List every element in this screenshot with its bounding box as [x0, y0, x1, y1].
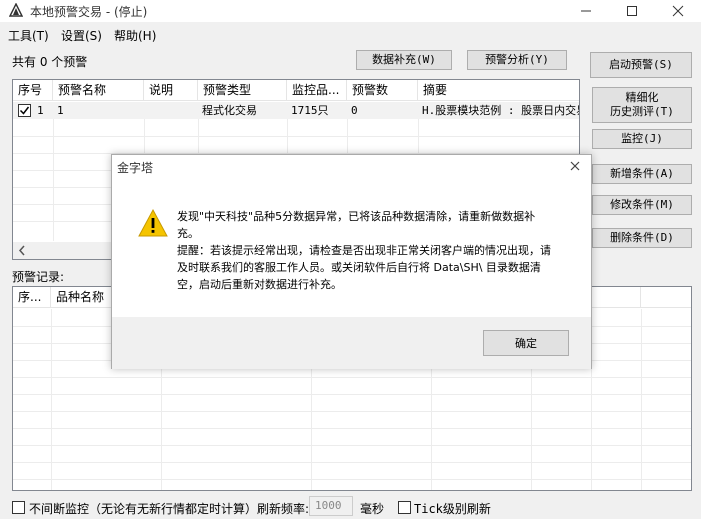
checkmark-icon	[19, 106, 30, 115]
message-line: 及时联系我们的客服工作人员。或关闭软件后自行将 Data\SH\ 目录数据清	[177, 261, 541, 274]
column-header[interactable]: 说明	[144, 80, 198, 101]
column-header[interactable]: 摘要	[418, 80, 579, 101]
add-condition-button[interactable]: 新增条件(A)	[592, 164, 692, 184]
column-header[interactable]: 监控品...	[287, 80, 347, 101]
column-header[interactable]: 序...	[13, 287, 51, 308]
row-desc	[144, 102, 198, 119]
row-alert-count: 0	[351, 104, 358, 117]
title-bar: 本地预警交易 - (停止)	[0, 0, 701, 22]
data-supplement-button[interactable]: 数据补充(W)	[356, 50, 452, 70]
warning-icon	[138, 208, 168, 237]
column-header[interactable]	[641, 287, 691, 308]
message-line: 充。	[177, 227, 199, 240]
column-header[interactable]: 预警数	[347, 80, 418, 101]
refined-backtest-button[interactable]: 精细化 历史测评(T)	[592, 87, 692, 123]
continuous-monitor-checkbox[interactable]	[12, 501, 25, 514]
dialog-title: 金字塔	[117, 161, 154, 175]
menu-settings[interactable]: 设置(S)	[61, 27, 102, 44]
close-button[interactable]	[655, 0, 701, 22]
alert-analysis-button[interactable]: 预警分析(Y)	[467, 50, 567, 70]
menu-bar: 工具(T) 设置(S) 帮助(H)	[0, 22, 701, 46]
app-icon	[9, 3, 23, 17]
column-header[interactable]: 序号	[13, 80, 53, 101]
minimize-button[interactable]	[563, 0, 609, 22]
row-checkbox[interactable]	[18, 104, 31, 117]
refresh-rate-input[interactable]: 1000	[309, 496, 353, 516]
message-line: 发现"中天科技"品种5分数据异常，已将该品种数据清除，请重新做数据补	[177, 210, 536, 223]
message-line: 空，启动后重新对数据进行补充。	[177, 278, 342, 291]
maximize-icon	[627, 6, 637, 16]
column-header[interactable]: 预警名称	[53, 80, 144, 101]
close-icon	[672, 5, 684, 17]
scroll-left-icon[interactable]	[16, 242, 28, 259]
monitor-button[interactable]: 监控(J)	[592, 129, 692, 149]
footer-bar: 不间断监控（无论有无新行情都定时计算）刷新频率: 1000 毫秒 Tick级别刷…	[0, 496, 701, 519]
row-type: 程式化交易	[202, 104, 257, 117]
modify-condition-button[interactable]: 修改条件(M)	[592, 195, 692, 215]
message-dialog: 金字塔 发现"中天科技"品种5分数据异常，已将该品种数据清除，请重新做数据补 充…	[111, 154, 592, 369]
tick-refresh-checkbox[interactable]	[398, 501, 411, 514]
column-header[interactable]	[591, 287, 641, 308]
row-index: 1	[37, 104, 44, 117]
row-summary: H.股票模块范例 : 股票日内交易	[422, 104, 580, 117]
start-alert-button[interactable]: 启动预警(S)	[590, 52, 692, 78]
ok-button[interactable]: 确定	[483, 330, 569, 356]
refine-label-line1: 精细化	[625, 91, 659, 104]
column-header[interactable]: 预警类型	[198, 80, 287, 101]
alert-count-label: 共有 0 个预警	[12, 55, 88, 69]
dialog-close-icon[interactable]	[567, 158, 583, 174]
alert-records-label: 预警记录:	[12, 270, 65, 284]
window-title: 本地预警交易 - (停止)	[30, 5, 148, 19]
continuous-monitor-label: 不间断监控（无论有无新行情都定时计算）刷新频率:	[29, 502, 310, 516]
row-monitored: 1715只	[291, 104, 329, 117]
menu-tools[interactable]: 工具(T)	[8, 27, 49, 44]
tick-refresh-label: Tick级别刷新	[414, 502, 491, 516]
refresh-unit-label: 毫秒	[360, 502, 385, 516]
delete-condition-button[interactable]: 删除条件(D)	[592, 228, 692, 248]
dialog-message: 发现"中天科技"品种5分数据异常，已将该品种数据清除，请重新做数据补 充。 提醒…	[177, 208, 557, 293]
row-name: 1	[57, 104, 64, 117]
dialog-footer: 确定	[112, 317, 591, 369]
menu-help[interactable]: 帮助(H)	[114, 27, 156, 44]
maximize-button[interactable]	[609, 0, 655, 22]
refine-label-line2: 历史测评(T)	[610, 105, 674, 118]
minimize-icon	[581, 10, 591, 12]
message-line: 提醒：若该提示经常出现，请检查是否出现非正常关闭客户端的情况出现，请	[177, 244, 551, 257]
